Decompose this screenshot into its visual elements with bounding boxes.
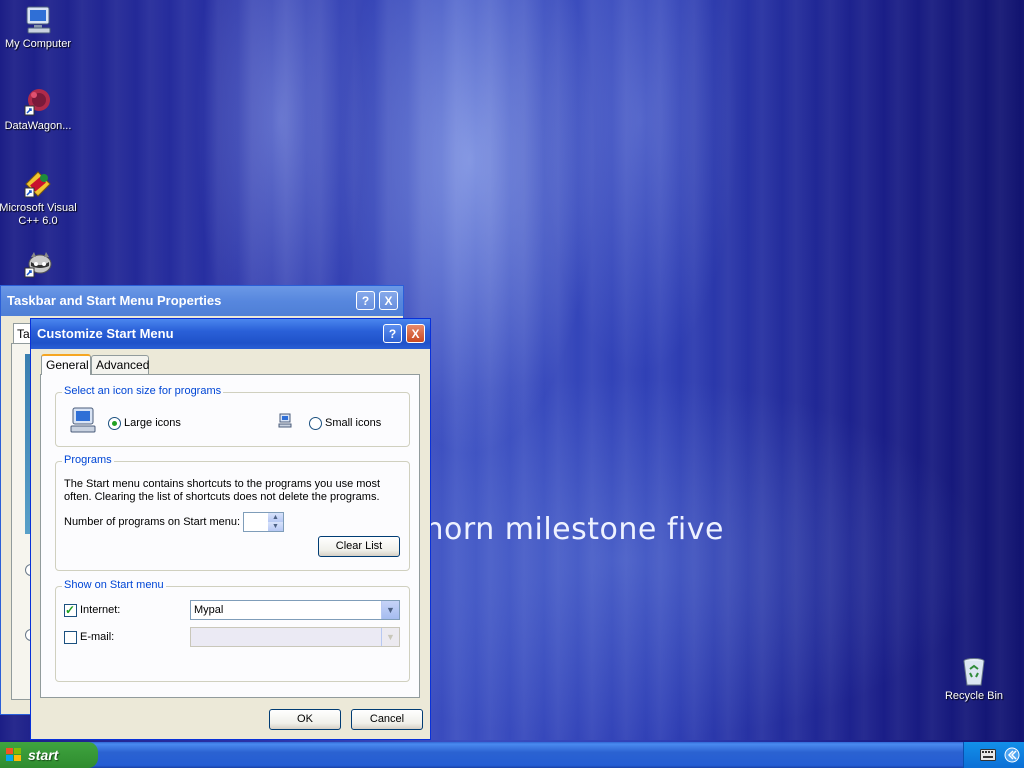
cancel-button[interactable]: Cancel — [351, 709, 423, 730]
programs-group: Programs The Start menu contains shortcu… — [55, 454, 410, 571]
tab-advanced[interactable]: Advanced — [91, 355, 149, 374]
desktop-icon-raccoon[interactable] — [0, 248, 78, 282]
system-tray — [963, 742, 1024, 768]
desktop-icon-label: Microsoft Visual C++ 6.0 — [0, 202, 77, 227]
small-icons-icon — [278, 413, 292, 428]
help-button[interactable]: ? — [356, 291, 375, 310]
computer-icon — [26, 6, 51, 34]
taskbar: start — [0, 742, 1024, 768]
start-button[interactable]: start — [0, 742, 98, 768]
desktop-icon-my-computer[interactable]: My Computer — [0, 4, 78, 51]
program-count-label: Number of programs on Start menu: — [64, 516, 241, 528]
large-icons-icon — [70, 407, 96, 433]
desktop-icon-label: Recycle Bin — [944, 690, 1004, 702]
help-button[interactable]: ? — [383, 324, 402, 343]
small-icons-label: Small icons — [325, 417, 382, 429]
dialog-titlebar[interactable]: Customize Start Menu ? X — [31, 319, 430, 349]
show-on-start-group: Show on Start menu Internet: Mypal ▼ E-m… — [55, 579, 410, 682]
small-icons-radio[interactable] — [309, 417, 322, 430]
icon-size-group: Select an icon size for programs Large i… — [55, 385, 410, 447]
datawagon-icon — [24, 89, 50, 116]
recycle-bin-icon — [963, 658, 985, 686]
chevron-down-icon: ▼ — [381, 628, 399, 646]
tab-general[interactable]: General — [41, 354, 91, 375]
customize-start-menu-dialog[interactable]: Customize Start Menu ? X General Advance… — [30, 318, 431, 740]
internet-label: Internet: — [80, 604, 121, 616]
close-button[interactable]: X — [406, 324, 425, 343]
programs-description: The Start menu contains shortcuts to the… — [64, 478, 381, 503]
start-label: start — [28, 747, 59, 763]
window-titlebar[interactable]: Taskbar and Start Menu Properties ? X — [1, 286, 403, 316]
wallpaper-brand-text: ghorn milestone five — [405, 512, 724, 547]
internet-checkbox[interactable] — [64, 603, 77, 617]
chevron-up-icon[interactable]: ▲ — [268, 513, 283, 522]
close-button[interactable]: X — [379, 291, 398, 310]
internet-select[interactable]: Mypal ▼ — [190, 600, 400, 620]
ok-button[interactable]: OK — [269, 709, 341, 730]
window-title: Taskbar and Start Menu Properties — [7, 293, 222, 308]
large-icons-radio[interactable] — [108, 417, 121, 430]
clear-list-button[interactable]: Clear List — [318, 536, 400, 557]
desktop-icon-label: DataWagon... — [4, 120, 72, 132]
group-title: Show on Start menu — [62, 579, 166, 591]
dialog-title: Customize Start Menu — [37, 326, 174, 341]
group-title: Programs — [62, 454, 114, 466]
desktop-icon-recycle-bin[interactable]: Recycle Bin — [934, 656, 1014, 703]
internet-select-value: Mypal — [194, 604, 224, 616]
raccoon-icon — [24, 252, 52, 278]
visual-cpp-icon — [24, 171, 51, 198]
windows-logo-icon — [6, 748, 21, 761]
chevron-down-icon[interactable]: ▼ — [381, 601, 399, 619]
chevron-down-icon[interactable]: ▼ — [268, 522, 283, 531]
group-title: Select an icon size for programs — [62, 385, 224, 397]
general-tab-panel: Select an icon size for programs Large i… — [40, 374, 420, 698]
desktop-icon-datawagon[interactable]: DataWagon... — [0, 86, 78, 133]
keyboard-icon[interactable] — [980, 749, 996, 761]
email-checkbox[interactable] — [64, 631, 77, 644]
email-label: E-mail: — [80, 631, 115, 643]
desktop-icon-label: My Computer — [4, 38, 72, 50]
email-select[interactable]: ▼ — [190, 627, 400, 647]
chevron-left-icon[interactable] — [1004, 747, 1020, 763]
program-count-spinner[interactable]: ▲ ▼ — [243, 512, 284, 532]
desktop-icon-visual-cpp[interactable]: Microsoft Visual C++ 6.0 — [0, 168, 78, 228]
large-icons-label: Large icons — [124, 417, 181, 429]
